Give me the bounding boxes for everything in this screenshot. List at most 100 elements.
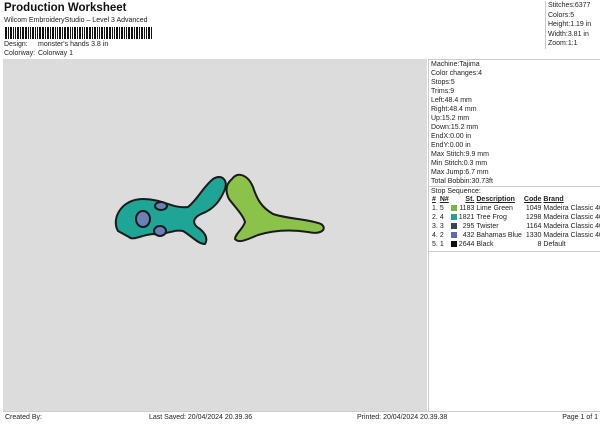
stop-sequence-table: # N# St. Description Code Brand 1. 5 1183 Lim… [431,195,600,249]
barcode-bar [35,27,36,39]
thread-description: Tree Frog [476,214,507,221]
summary-value: 1.19 in [570,21,592,28]
spot-1 [135,210,151,228]
info-row: EndY:0.00 in [429,141,600,150]
barcode-bar [52,27,54,39]
summary-label: Zoom: [548,40,568,47]
info-value: 6.7 mm [465,169,489,176]
info-list: Machine:Tajima Color changes:4 Stops:5 Trim… [429,60,600,186]
footer: Created By: Last Saved: 20/04/2024 20.39… [3,411,600,423]
barcode-bar [20,27,21,39]
needle-number: 2 [439,232,444,239]
info-row: Right:48.4 mm [429,105,600,114]
info-row: Left:48.4 mm [429,96,600,105]
barcode-bar [134,27,135,39]
info-value: Tajima [459,61,480,68]
row-index: 2. [432,214,438,221]
thread-description: Twister [476,223,499,230]
info-value: 15.2 mm [441,115,470,122]
info-row: Stops:5 [429,78,600,87]
column-header: Brand [543,196,564,203]
design-preview [3,59,427,411]
summary-row: Zoom:1:1 [548,39,591,49]
barcode-bar [62,27,63,39]
software-name: Wilcom EmbroideryStudio – Level 3 Advanc… [4,17,148,24]
row-index: 1. [432,205,438,212]
barcode-bar [5,27,7,39]
table-row: 2. 4 1821 Tree Frog 1298 Madeira Classic… [431,213,600,222]
barcode [5,27,172,39]
machine-info-panel: Machine:Tajima Color changes:4 Stops:5 Trim… [428,59,600,411]
summary-value: 5 [570,11,575,19]
barcode-bar [70,27,71,39]
barcode-bar [119,27,120,39]
column-header: N# [439,196,449,203]
info-label: Min Stitch: [431,160,464,167]
barcode-bar [104,27,105,39]
barcode-bar [124,27,125,39]
info-row: Max Stitch:9.9 mm [429,150,600,159]
barcode-bar [114,27,115,39]
barcode-bar [141,27,143,39]
info-value: 4 [478,70,482,77]
info-label: EndX: [431,133,451,140]
info-row: Trims:9 [429,87,600,96]
barcode-bar [128,27,130,39]
summary-value: 6377 [574,2,591,9]
thread-description: Black [476,241,494,248]
barcode-bar [97,27,98,39]
stitch-count: 1821 [458,214,475,221]
barcode-bar [30,27,31,39]
summary-value: 1:1 [567,40,578,47]
colorway-row: Colorway: Colorway 1 [4,50,73,57]
summary-value: 3.81 in [567,30,589,38]
barcode-bar [84,27,85,39]
info-label: Machine: [431,61,460,68]
table-row: 3. 3 295 Twister 1164 Madeira Classic 40 [431,222,600,231]
summary-label: Width: [548,30,568,38]
info-value: 0.3 mm [463,160,488,167]
needle-number: 4 [439,214,444,221]
info-row: Machine:Tajima [429,60,600,69]
info-label: Right: [431,106,450,113]
barcode-bar [92,27,93,39]
right-hand-shape [225,173,325,243]
needle-number: 3 [439,223,444,230]
needle-number: 1 [439,241,444,248]
summary-label: Stitches: [548,2,575,9]
color-swatch-icon [450,223,457,230]
barcode-bar [148,27,150,39]
barcode-bar [28,27,29,39]
barcode-bar [139,27,140,39]
barcode-bar [82,27,83,39]
barcode-bar [116,27,118,39]
info-row: Min Stitch:0.3 mm [429,159,600,168]
barcode-bar [8,27,9,39]
design-value: monster's hands 3.8 in [38,41,109,48]
summary-row: Height:1.19 in [548,20,591,30]
summary-row: Stitches:6377 [548,1,591,11]
barcode-bar [72,27,73,39]
spot-3 [153,225,167,237]
summary-label: Colors: [548,11,571,19]
info-label: EndY: [431,142,450,149]
page-number: Page 1 of 1 [562,414,598,421]
thread-code: 1330 [525,232,542,239]
info-label: Down: [431,124,451,131]
thread-brand: Madeira Classic 40 [543,223,600,230]
info-value: 9 [450,88,455,95]
info-row: EndX:0.00 in [429,132,600,141]
table-body: 1. 5 1183 Lime Green 1049 Madeira Classi… [431,204,600,249]
info-value: 30.73ft [471,178,493,185]
stitch-count: 2644 [458,241,475,248]
barcode-bar [32,27,34,39]
barcode-bar [101,27,103,39]
barcode-bar [112,27,113,39]
barcode-bar [74,27,76,39]
info-value: 0.00 in [449,142,471,149]
thread-code: 1298 [525,214,542,221]
info-row: Down:15.2 mm [429,123,600,132]
info-label: Left: [431,97,445,104]
stitch-count: 295 [462,223,475,230]
summary-row: Colors:5 [548,11,591,21]
